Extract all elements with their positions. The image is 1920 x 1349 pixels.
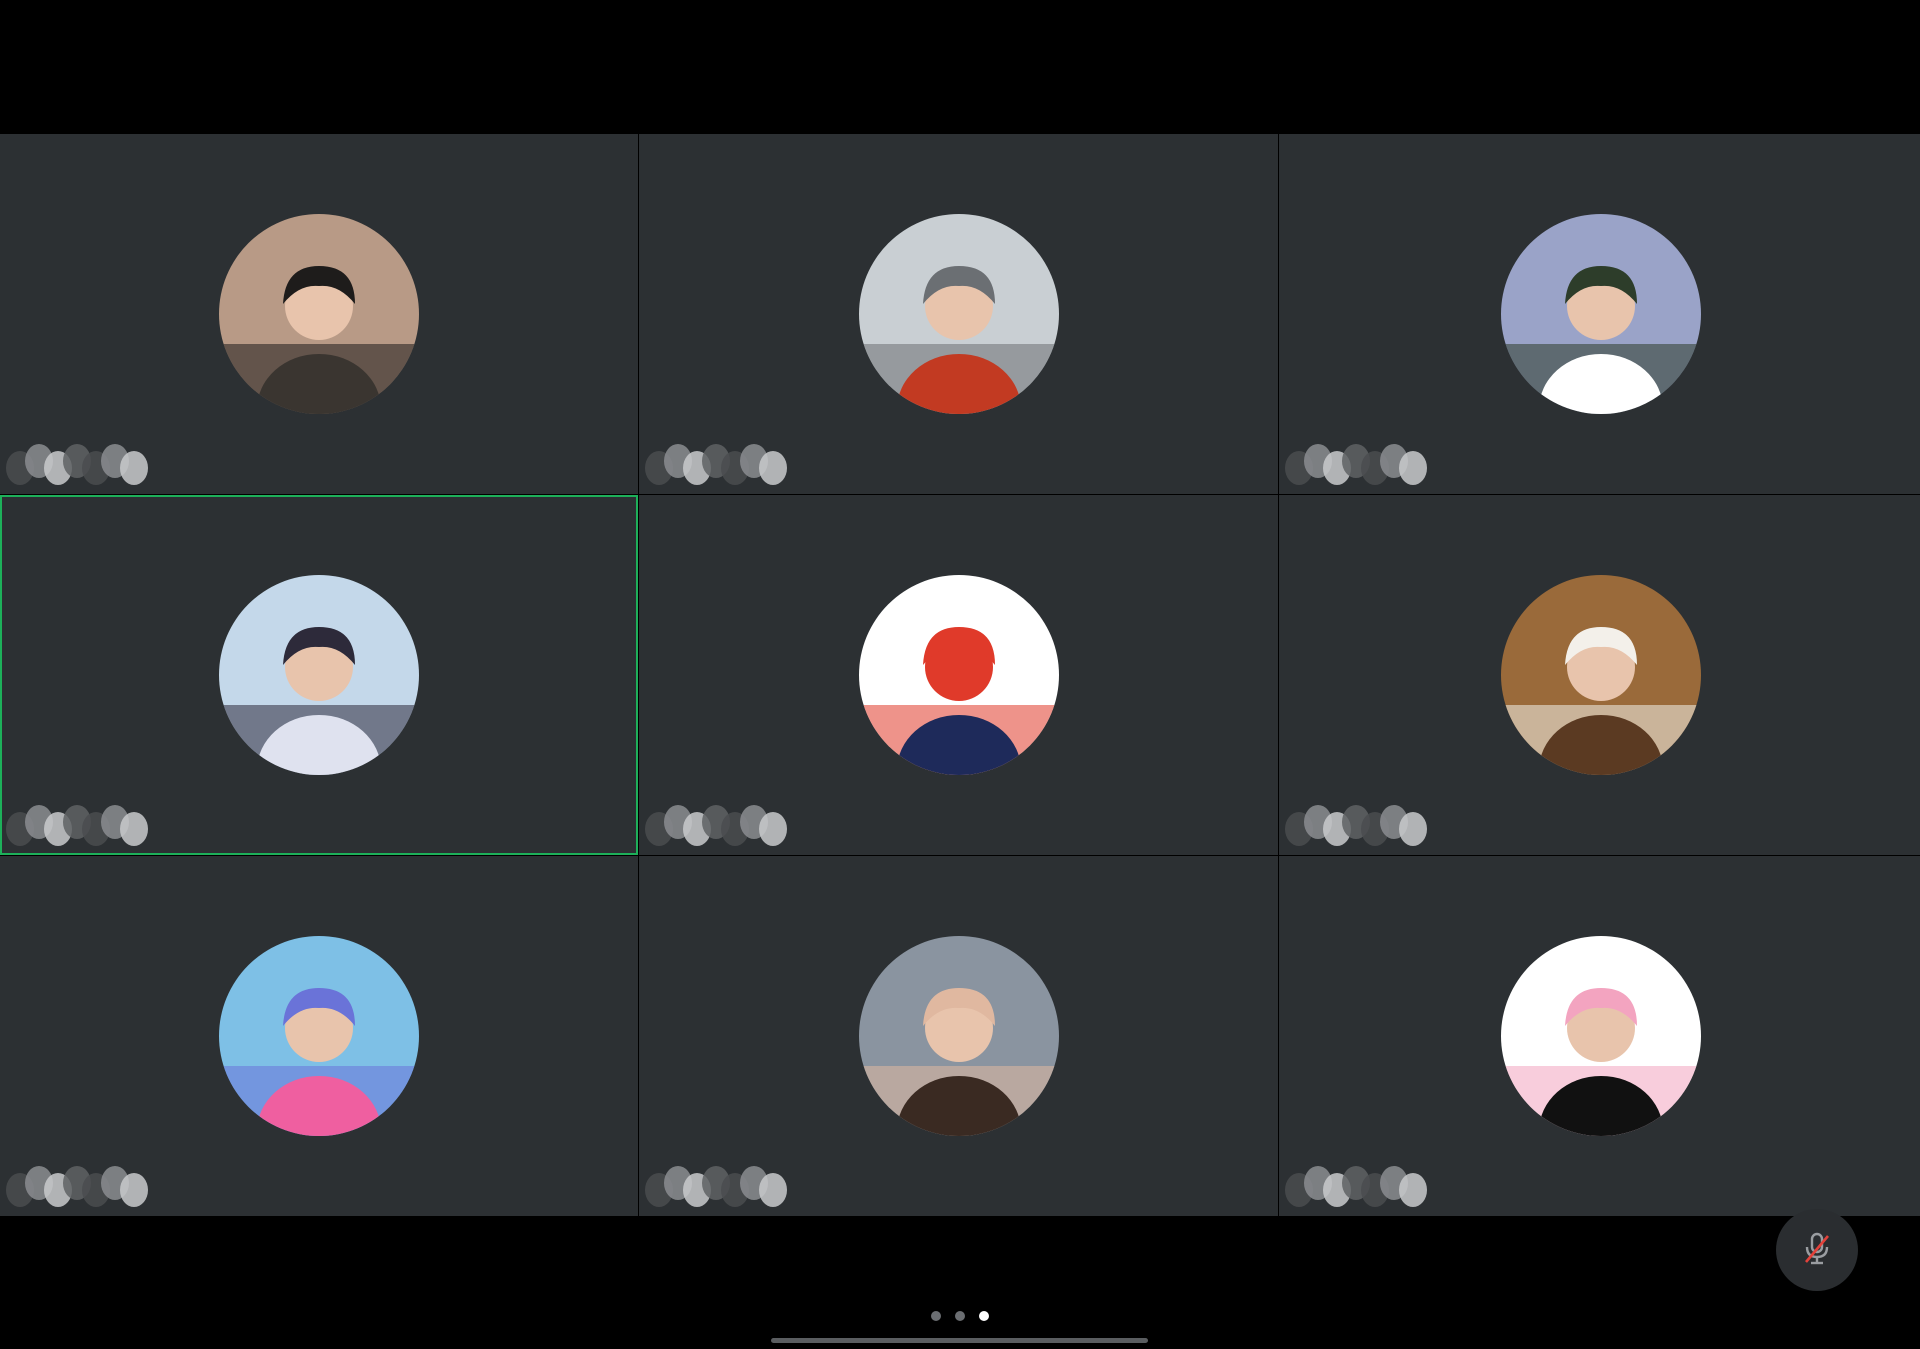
page-indicator — [0, 1311, 1920, 1321]
redacted-name-scribble — [6, 444, 148, 485]
page-dot[interactable] — [931, 1311, 941, 1321]
cartoon-racing-driver-avatar — [858, 575, 1059, 775]
person-hoodie-headphones-avatar — [219, 214, 419, 414]
participant-grid — [0, 134, 1920, 1216]
mute-toggle-button[interactable] — [1776, 1209, 1858, 1291]
redacted-name-scribble — [645, 444, 787, 485]
anime-swordsman-umbrella-avatar — [219, 575, 419, 775]
participant-tile[interactable] — [1279, 134, 1920, 494]
redacted-name-scribble — [1285, 1166, 1427, 1207]
participant-tile[interactable] — [1279, 495, 1920, 855]
redacted-name-scribble — [1285, 444, 1427, 485]
painting-woman-red-headscarf-avatar — [858, 214, 1059, 414]
redacted-name-scribble — [1285, 805, 1427, 846]
redacted-name-scribble — [6, 805, 148, 846]
anime-girl-wink-avatar — [1500, 936, 1701, 1136]
page-dot[interactable] — [955, 1311, 965, 1321]
mic-off-icon — [1797, 1228, 1837, 1273]
participant-tile[interactable] — [639, 134, 1278, 494]
participant-tile[interactable] — [0, 495, 638, 855]
cartoon-girl-sunhat-avatar — [219, 936, 419, 1136]
smiling-girl-portrait-avatar — [858, 936, 1059, 1136]
meeting-screen — [0, 0, 1920, 1349]
redacted-name-scribble — [645, 1166, 787, 1207]
participant-tile[interactable] — [1279, 856, 1920, 1216]
redacted-name-scribble — [645, 805, 787, 846]
page-dot-current[interactable] — [979, 1311, 989, 1321]
redacted-name-scribble — [6, 1166, 148, 1207]
participant-tile[interactable] — [0, 134, 638, 494]
man-white-shirt-by-sea-avatar — [1500, 214, 1701, 414]
participant-tile[interactable] — [639, 856, 1278, 1216]
participant-tile[interactable] — [639, 495, 1278, 855]
participant-tile[interactable] — [0, 856, 638, 1216]
home-indicator[interactable] — [771, 1338, 1148, 1343]
girl-striped-cardigan-avatar — [1500, 575, 1701, 775]
